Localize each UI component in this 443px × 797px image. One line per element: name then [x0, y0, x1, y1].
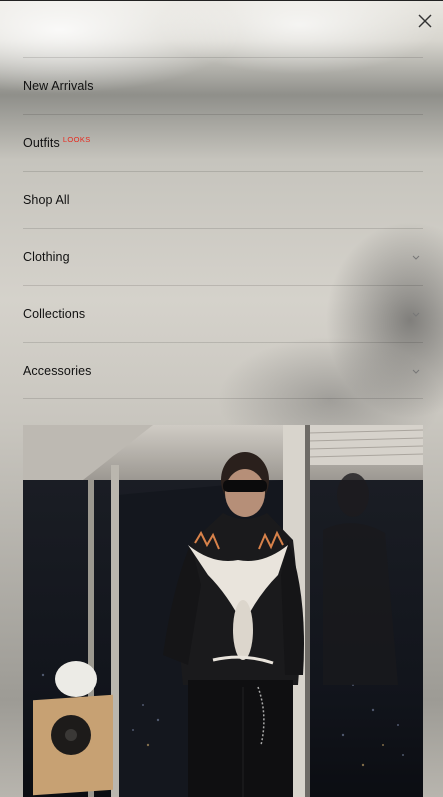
editorial-image[interactable]: [23, 425, 423, 797]
model-photo: [23, 425, 423, 797]
navigation-menu-overlay: New Arrivals Outfits LOOKS Shop All Cloth…: [0, 0, 443, 797]
menu-item-outfits[interactable]: Outfits LOOKS: [23, 114, 423, 171]
menu-header: [0, 0, 443, 57]
menu-item-label: New Arrivals: [23, 79, 94, 93]
menu-item-label: Clothing: [23, 250, 70, 264]
menu-item-new-arrivals[interactable]: New Arrivals: [23, 57, 423, 114]
menu-item-accessories[interactable]: Accessories: [23, 342, 423, 399]
close-icon: [418, 14, 432, 28]
menu-list: New Arrivals Outfits LOOKS Shop All Cloth…: [23, 57, 423, 399]
close-button[interactable]: [415, 11, 435, 31]
menu-item-clothing[interactable]: Clothing: [23, 228, 423, 285]
top-divider: [0, 0, 443, 1]
chevron-down-icon: [412, 255, 420, 260]
menu-item-label: Accessories: [23, 363, 92, 378]
chevron-down-icon: [412, 369, 420, 374]
menu-item-label: Outfits LOOKS: [23, 135, 91, 150]
menu-item-shop-all[interactable]: Shop All: [23, 171, 423, 228]
menu-item-collections[interactable]: Collections: [23, 285, 423, 342]
looks-badge: LOOKS: [62, 135, 91, 144]
menu-item-label: Shop All: [23, 193, 70, 207]
menu-item-label: Collections: [23, 307, 86, 321]
chevron-down-icon: [412, 312, 420, 317]
